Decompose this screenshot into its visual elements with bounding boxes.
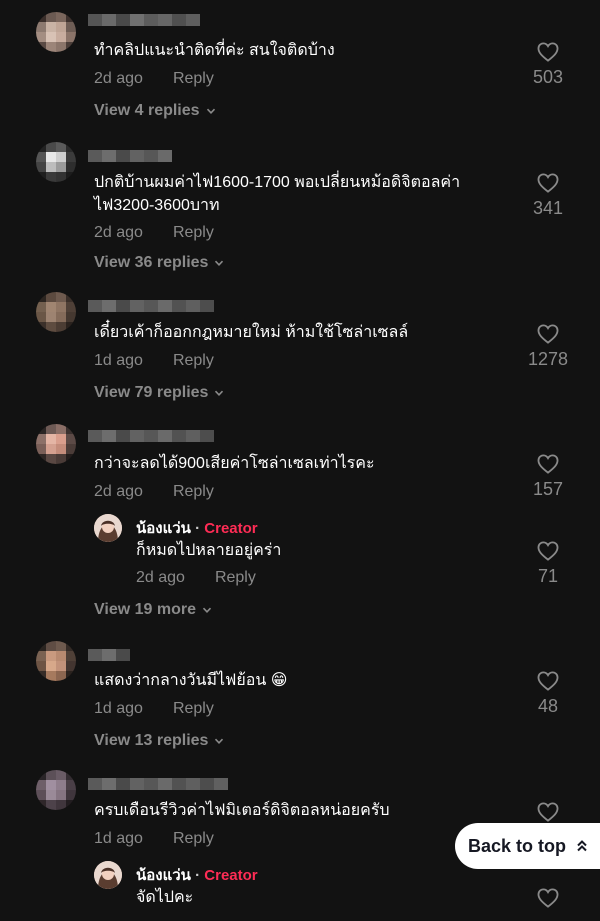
reply-button[interactable]: Reply <box>173 483 214 501</box>
reply-text: ก็หมดไปหลายอยู่คร่า <box>136 542 282 559</box>
avatar[interactable] <box>36 424 76 464</box>
like-button[interactable]: 157 <box>518 454 578 500</box>
view-replies-label: View 79 replies <box>94 384 209 401</box>
comment-text: ครบเดือนรีวิวค่าไฟมิเตอร์ดิจิตอลหน่อยครั… <box>94 802 390 819</box>
view-replies-label: View 13 replies <box>94 732 209 749</box>
avatar[interactable] <box>36 142 76 182</box>
like-button[interactable] <box>518 802 578 822</box>
username-blurred[interactable] <box>88 430 214 442</box>
comment-text: ทำคลิปแนะนำติดที่ค่ะ สนใจติดบ้าง <box>94 42 335 59</box>
username-blurred[interactable] <box>88 14 200 26</box>
heart-outline-icon <box>537 454 559 474</box>
separator-dot: · <box>195 867 201 884</box>
like-count: 503 <box>532 67 564 87</box>
comment-time: 1d ago <box>94 352 143 369</box>
reply-text: จัดไปคะ <box>136 889 194 906</box>
view-more-button[interactable]: View 19 more <box>94 601 212 619</box>
heart-outline-icon <box>537 802 559 822</box>
heart-outline-icon <box>537 888 559 908</box>
like-button[interactable]: 48 <box>518 671 578 717</box>
comment-text: ปกติบ้านผมค่าไฟ1600-1700 พอเปลี่ยนหม้อดิ… <box>94 174 461 214</box>
reply-button[interactable]: Reply <box>173 352 214 370</box>
creator-avatar[interactable] <box>94 514 122 542</box>
heart-outline-icon <box>537 324 559 344</box>
creator-badge: Creator <box>204 520 258 537</box>
comment-time: 1d ago <box>94 700 143 717</box>
reply-button[interactable]: Reply <box>173 700 214 718</box>
reply-time: 2d ago <box>136 569 185 586</box>
like-button[interactable]: 71 <box>518 541 578 587</box>
creator-name-row: น้องแว่น · Creator <box>136 516 258 540</box>
heart-outline-icon <box>537 541 559 561</box>
avatar[interactable] <box>36 12 76 52</box>
creator-avatar[interactable] <box>94 861 122 889</box>
reply-button[interactable]: Reply <box>215 569 256 587</box>
like-count: 1278 <box>527 349 569 369</box>
username-blurred[interactable] <box>88 778 228 790</box>
creator-avatar-image <box>94 861 122 889</box>
comment-meta: 2d ago Reply <box>94 224 214 242</box>
chevron-down-icon <box>206 108 215 114</box>
comment-meta: 1d ago Reply <box>94 352 214 370</box>
comment-text: เดี๋ยวเค้าก็ออกกฎหมายใหม่ ห้ามใช้โซล่าเซ… <box>94 324 409 341</box>
creator-avatar-image <box>94 514 122 542</box>
avatar[interactable] <box>36 770 76 810</box>
reply-button[interactable]: Reply <box>173 70 214 88</box>
like-count: 48 <box>537 696 559 716</box>
username-blurred[interactable] <box>88 150 178 162</box>
comment-meta: 1d ago Reply <box>94 830 214 848</box>
comment-text: กว่าจะลดได้900เสียค่าโซล่าเซลเท่าไรคะ <box>94 455 375 472</box>
reply-button[interactable]: Reply <box>173 830 214 848</box>
back-to-top-label: Back to top <box>468 835 567 856</box>
view-replies-label: View 36 replies <box>94 254 209 271</box>
like-button[interactable]: 1278 <box>518 324 578 370</box>
view-replies-button[interactable]: View 4 replies <box>94 102 216 120</box>
creator-name[interactable]: น้องแว่น <box>136 520 191 537</box>
avatar[interactable] <box>36 641 76 681</box>
like-count: 341 <box>532 198 564 218</box>
like-button[interactable]: 503 <box>518 42 578 88</box>
username-blurred[interactable] <box>88 649 138 661</box>
avatar[interactable] <box>36 292 76 332</box>
creator-name-row: น้องแว่น · Creator <box>136 863 258 887</box>
comment-meta: 1d ago Reply <box>94 700 214 718</box>
view-replies-label: View 4 replies <box>94 102 200 119</box>
creator-name[interactable]: น้องแว่น <box>136 867 191 884</box>
like-button[interactable]: 341 <box>518 173 578 219</box>
separator-dot: · <box>195 520 201 537</box>
heart-outline-icon <box>537 671 559 691</box>
reply-button[interactable]: Reply <box>173 224 214 242</box>
chevron-down-icon <box>215 738 224 744</box>
chevron-down-icon <box>215 390 224 396</box>
chevron-down-icon <box>202 607 212 613</box>
back-to-top-button[interactable]: Back to top <box>455 823 600 869</box>
heart-outline-icon <box>537 42 559 62</box>
username-blurred[interactable] <box>88 300 214 312</box>
reply-meta: 2d ago Reply <box>136 569 256 587</box>
like-count: 157 <box>532 479 564 499</box>
heart-outline-icon <box>537 173 559 193</box>
like-count: 71 <box>537 566 559 586</box>
comment-time: 2d ago <box>94 224 143 241</box>
view-replies-button[interactable]: View 79 replies <box>94 384 224 402</box>
view-more-label: View 19 more <box>94 601 196 618</box>
like-button[interactable] <box>518 888 578 908</box>
double-chevron-up-icon <box>577 840 587 852</box>
view-replies-button[interactable]: View 36 replies <box>94 254 224 272</box>
creator-badge: Creator <box>204 867 258 884</box>
comment-meta: 2d ago Reply <box>94 70 214 88</box>
comment-meta: 2d ago Reply <box>94 483 214 501</box>
comment-time: 1d ago <box>94 830 143 847</box>
view-replies-button[interactable]: View 13 replies <box>94 732 224 750</box>
comment-time: 2d ago <box>94 70 143 87</box>
chevron-down-icon <box>215 260 224 266</box>
comment-text: แสดงว่ากลางวันมีไฟย้อน 😁 <box>94 672 288 689</box>
comment-time: 2d ago <box>94 483 143 500</box>
